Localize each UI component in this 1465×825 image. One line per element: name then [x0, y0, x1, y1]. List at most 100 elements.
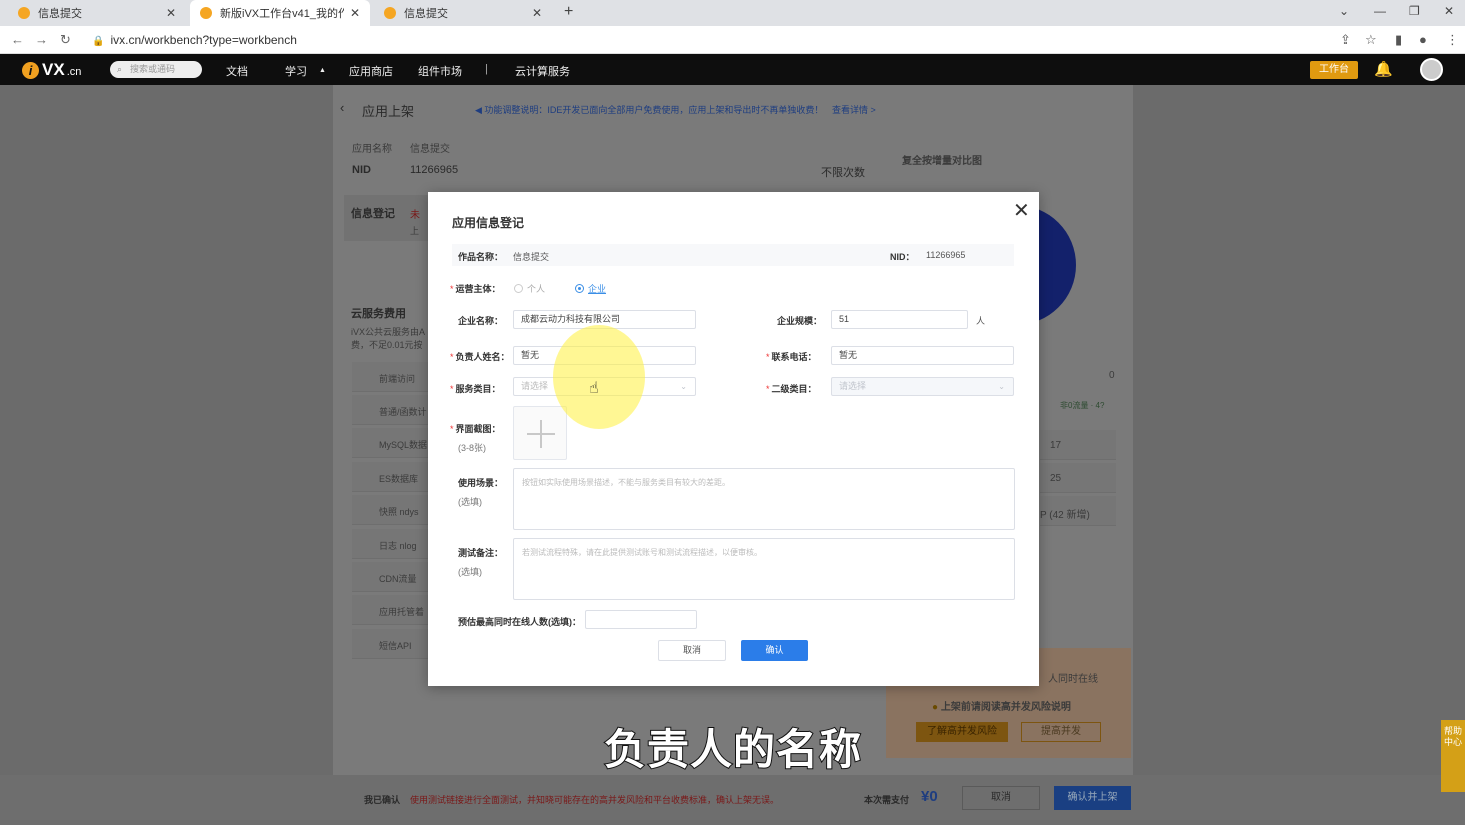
restore-icon[interactable]: ❐ [1409, 4, 1420, 18]
select-placeholder: 请选择 [839, 381, 867, 391]
fee-row: 普通/函数计 [352, 395, 432, 425]
confirm-checkbox-label[interactable]: 我已确认 [364, 793, 400, 806]
search-icon: ⌕ [117, 64, 123, 74]
app-info-dialog: 应用信息登记 ✕ 作品名称： 信息提交 NID： 11266965 * 运营主体：… [428, 192, 1039, 686]
close-tab-icon[interactable]: ✕ [350, 6, 360, 20]
fee-row: CDN流量 [352, 562, 432, 592]
notice-link[interactable]: 查看详情 > [832, 103, 876, 116]
close-icon[interactable]: ✕ [1013, 198, 1030, 223]
notice-text: ◀ 功能调整说明：IDE开发已面向全部用户免费使用，应用上架和导出时不再单独收费… [475, 105, 824, 115]
peak-online-field[interactable] [585, 610, 697, 629]
service-category-label-text: 服务类目： [455, 384, 501, 394]
nav-component-market[interactable]: 组件市场 [418, 63, 462, 79]
close-window-icon[interactable]: ✕ [1444, 4, 1454, 18]
operator-radio-company[interactable]: 企业 [575, 282, 606, 295]
warning-dot-icon: ● [932, 702, 941, 713]
minimize-icon[interactable]: — [1374, 4, 1386, 18]
phone-label-text: 联系电话： [771, 352, 817, 362]
site-favicon-icon [200, 7, 212, 19]
back-icon[interactable]: ← [11, 32, 24, 47]
pay-label: 本次需支付 [864, 795, 910, 805]
url-field[interactable]: 🔒 ivx.cn/workbench?type=workbench [92, 33, 297, 47]
url-text: ivx.cn/workbench?type=workbench [110, 33, 297, 47]
browser-tab-active[interactable]: 新版iVX工作台v41_我的作品 ✕ [190, 0, 370, 26]
reload-icon[interactable]: ↻ [60, 32, 71, 48]
avatar[interactable] [1420, 58, 1443, 81]
cancel-button[interactable]: 取消 [658, 640, 726, 661]
cloud-fee-title: 云服务费用 [351, 308, 406, 320]
fee-row-label: MySQL数据 [379, 440, 428, 450]
screenshot-upload[interactable] [513, 406, 567, 460]
nav-divider: | [485, 63, 488, 75]
right-value: 25 [1050, 473, 1062, 484]
scenario-optional: (选填) [458, 497, 482, 507]
confirm-text: 使用测试链接进行全面测试，并知晓可能存在的高并发风险和平台收费标准，确认上架无误… [410, 795, 780, 805]
right-value: 17 [1050, 440, 1062, 451]
nav-learn[interactable]: 学习 [285, 63, 307, 79]
online-text: 人同时在线 [1048, 674, 1098, 685]
back-chevron-icon[interactable]: ‹ [340, 100, 344, 115]
dialog-title: 应用信息登记 [452, 216, 525, 230]
nav-app-store[interactable]: 应用商店 [349, 63, 393, 79]
nav-docs[interactable]: 文档 [226, 63, 248, 79]
forward-icon[interactable]: → [35, 32, 48, 47]
right-value: P (42 新增) [1040, 510, 1090, 521]
owner-name-label: * 负责人姓名： [450, 352, 510, 362]
info-reg-sub: 上 [410, 226, 420, 236]
pay-value: ¥0 [921, 788, 938, 805]
hand-cursor-icon: ☝ [589, 380, 599, 397]
workbench-button[interactable]: 工作台 [1310, 61, 1358, 79]
close-tab-icon[interactable]: ✕ [166, 6, 176, 20]
scenario-textarea[interactable]: 按钮如实际使用场景描述，不能与服务类目有较大的差距。 [513, 468, 1015, 530]
operator-radio-personal[interactable]: 个人 [514, 282, 545, 295]
fee-row: 快照 ndys [352, 495, 432, 525]
browser-tab-bar: 信息提交 ✕ 新版iVX工作台v41_我的作品 ✕ 信息提交 ✕ + ⌄ — ❐… [0, 0, 1465, 26]
fee-row: 应用托管着 [352, 595, 432, 625]
fee-row-label: CDN流量 [379, 574, 417, 584]
learn-risk-button[interactable]: 了解高并发风险 [916, 722, 1008, 742]
share-icon[interactable]: ⇪ [1340, 32, 1351, 48]
sub-category-select[interactable]: 请选择 ⌄ [831, 377, 1014, 396]
test-note-textarea[interactable]: 若测试流程特殊，请在此提供测试账号和测试流程描述，以便审核。 [513, 538, 1015, 600]
confirm-button[interactable]: 确认 [741, 640, 808, 661]
work-name-value: 信息提交 [513, 252, 550, 262]
browser-tab[interactable]: 信息提交 ✕ [8, 0, 186, 26]
confirm-publish-button[interactable]: 确认并上架 [1054, 786, 1131, 810]
unlimited-text: 不限次数 [821, 167, 865, 179]
service-category-label: * 服务类目： [450, 384, 501, 394]
side-panel-icon[interactable]: ▮ [1395, 32, 1402, 48]
new-tab-icon[interactable]: + [564, 3, 573, 21]
work-name-label: 作品名称： [458, 252, 504, 262]
cursor-highlight [553, 325, 645, 429]
phone-field[interactable]: 暂无 [831, 346, 1014, 365]
cancel-publish-button[interactable]: 取消 [962, 786, 1040, 810]
tab-title: 信息提交 [38, 8, 82, 20]
cloud-fee-desc: 费，不足0.01元按 [351, 340, 423, 350]
fee-row: MySQL数据 [352, 428, 432, 458]
site-favicon-icon [18, 7, 30, 19]
bookmark-star-icon[interactable]: ☆ [1365, 32, 1377, 48]
browser-tab[interactable]: 信息提交 ✕ [374, 0, 552, 26]
nid-value: 11266965 [410, 164, 459, 176]
bell-icon[interactable]: 🔔 [1374, 60, 1393, 78]
risk-notice-text: 上架前请阅读高并发风险说明 [940, 702, 1071, 713]
more-menu-icon[interactable]: ⋮ [1446, 32, 1459, 48]
tab-search-chevron-icon[interactable]: ⌄ [1339, 4, 1349, 18]
close-tab-icon[interactable]: ✕ [532, 6, 542, 20]
nid-label: NID [352, 164, 371, 176]
ivx-logo[interactable]: i VX .cn [22, 60, 81, 80]
page-title: 应用上架 [362, 104, 415, 119]
raise-concurrency-button[interactable]: 提高并发 [1021, 722, 1101, 742]
help-center-button[interactable]: 帮助中心 [1441, 720, 1465, 792]
right-row: P (42 新增) [1040, 496, 1116, 526]
nav-cloud-services[interactable]: 云计算服务 [515, 63, 570, 79]
profile-icon[interactable]: ● [1419, 32, 1427, 47]
owner-name-label-text: 负责人姓名： [455, 352, 510, 362]
company-name-label: 企业名称： [458, 316, 504, 326]
site-search-input[interactable]: ⌕ 搜索或通码 [110, 61, 202, 78]
fee-row: ES数据库 [352, 462, 432, 492]
screenshot-label-text: 界面截图： [455, 424, 501, 434]
nav-learn-caret-icon[interactable]: ▲ [319, 67, 326, 74]
fee-row-label: 应用托管着 [379, 607, 425, 617]
company-size-field[interactable]: 51 [831, 310, 968, 329]
